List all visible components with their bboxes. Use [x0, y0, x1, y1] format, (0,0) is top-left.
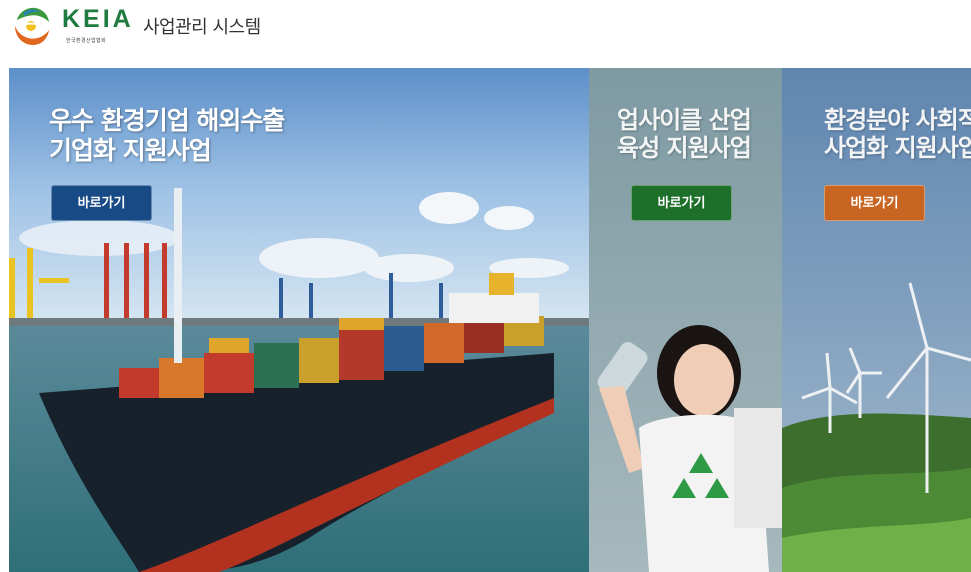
header: KEIA 한국환경산업협회 사업관리 시스템: [0, 0, 971, 68]
banner-export-support[interactable]: 우수 환경기업 해외수출 기업화 지원사업 바로가기: [9, 68, 589, 572]
banner-title: 우수 환경기업 해외수출 기업화 지원사업: [49, 106, 285, 165]
banner-title-line2: 사업화 지원사업: [824, 134, 971, 163]
banner-upcycle-support[interactable]: 업사이클 산업 육성 지원사업 바로가기: [589, 68, 782, 572]
go-button[interactable]: 바로가기: [631, 185, 732, 221]
brand[interactable]: KEIA 한국환경산업협회: [62, 5, 134, 44]
banner-title: 환경분야 사회적 사업화 지원사업: [824, 106, 971, 163]
go-button[interactable]: 바로가기: [51, 185, 152, 221]
banner-title-line2: 기업화 지원사업: [49, 135, 212, 165]
brand-name: KEIA: [62, 5, 134, 33]
banner-title-line1: 우수 환경기업 해외수출: [49, 106, 285, 135]
banner-title-line1: 환경분야 사회적: [824, 106, 971, 134]
go-button[interactable]: 바로가기: [824, 185, 925, 221]
brand-subtitle: 한국환경산업협회: [66, 38, 107, 44]
banner-title: 업사이클 산업 육성 지원사업: [617, 106, 752, 163]
banner-social-support[interactable]: 환경분야 사회적 사업화 지원사업 바로가기: [782, 68, 971, 572]
system-title: 사업관리 시스템: [143, 17, 261, 38]
banner-title-line2: 육성 지원사업: [617, 134, 752, 163]
banner-title-line1: 업사이클 산업: [617, 106, 752, 134]
keia-logo-icon[interactable]: [9, 4, 53, 48]
